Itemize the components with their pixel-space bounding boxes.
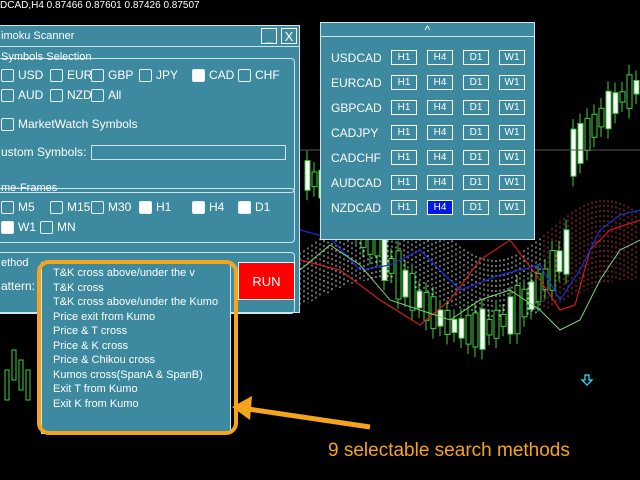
annotation-text: 9 selectable search methods [328, 440, 570, 461]
annotation-arrow [232, 396, 371, 430]
